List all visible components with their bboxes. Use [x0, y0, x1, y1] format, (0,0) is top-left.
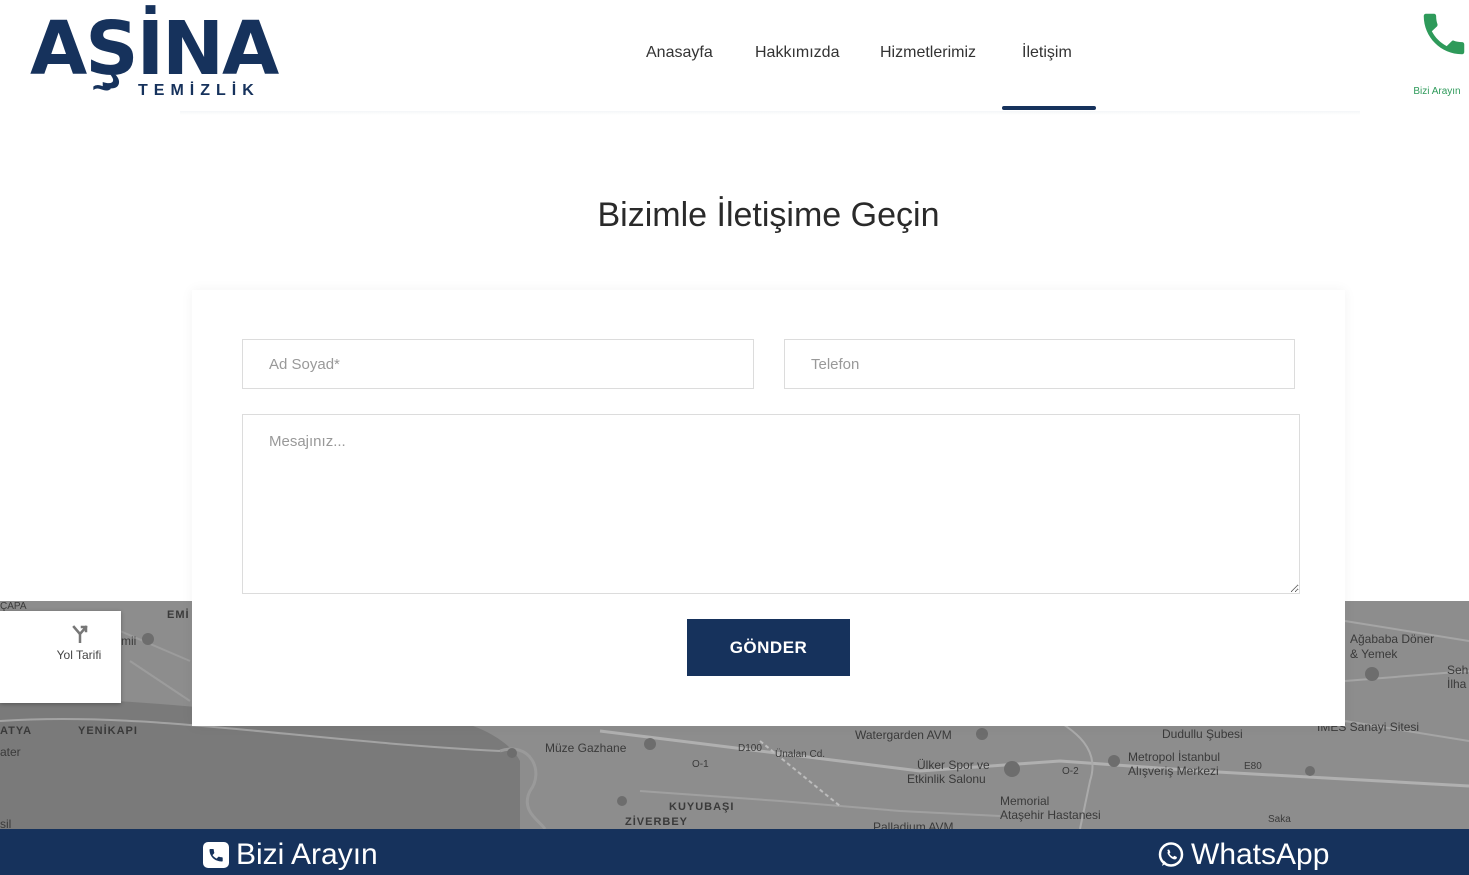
map-label: Memorial: [1000, 794, 1050, 808]
map-label: mii: [121, 634, 137, 648]
submit-button[interactable]: GÖNDER: [687, 619, 850, 676]
name-input[interactable]: [242, 339, 754, 389]
nav-active-indicator: [1002, 106, 1096, 110]
map-label: ater: [0, 745, 21, 759]
bottom-contact-bar: Bizi Arayın WhatsApp: [0, 829, 1469, 875]
bottom-call-button[interactable]: Bizi Arayın: [202, 837, 378, 873]
map-label: YENİKAPI: [78, 725, 138, 737]
header-divider: [180, 111, 1360, 115]
map-label: Metropol İstanbul: [1128, 750, 1221, 764]
map-label: KUYUBAŞI: [669, 801, 735, 813]
map-label: D100: [738, 743, 762, 754]
map-label: O-1: [692, 759, 709, 770]
logo-wordmark: AŞİNA: [30, 6, 279, 92]
map-label: O-2: [1062, 766, 1079, 777]
phone-icon: [1423, 13, 1465, 55]
map-label: Etkinlik Salonu: [907, 772, 986, 786]
map-label: Saka: [1268, 814, 1291, 825]
logo-tilde: ~: [92, 69, 112, 107]
map-label: E80: [1244, 761, 1262, 772]
map-label: İlha: [1447, 677, 1467, 691]
map-label: sil: [0, 817, 12, 829]
phone-square-icon: [203, 842, 229, 868]
map-label: ATYA: [0, 725, 33, 737]
bottom-call-label: Bizi Arayın: [236, 838, 378, 871]
site-header: AŞİNA ~ TEMİZLİK Anasayfa Hakkımızda Hiz…: [0, 0, 1469, 115]
phone-input[interactable]: [784, 339, 1295, 389]
map-label: Alışveriş Merkezi: [1128, 764, 1219, 778]
bottom-whatsapp-label: WhatsApp: [1191, 838, 1330, 871]
nav-item-iletisim[interactable]: İletişim: [1022, 44, 1072, 62]
nav-item-hizmetlerimiz[interactable]: Hizmetlerimiz: [880, 44, 976, 62]
map-label: Palladium AVM: [873, 820, 954, 829]
bottom-whatsapp-button[interactable]: WhatsApp: [1157, 837, 1329, 873]
header-call-button[interactable]: Bizi Arayın: [1409, 6, 1469, 98]
contact-form: GÖNDER: [192, 290, 1345, 726]
whatsapp-icon: [1158, 842, 1184, 867]
map-label: Watergarden AVM: [855, 728, 952, 742]
map-label: Ülker Spor ve: [917, 758, 990, 772]
site-logo[interactable]: AŞİNA ~ TEMİZLİK: [30, 8, 279, 107]
map-label: ZİVERBEY: [625, 816, 689, 828]
map-label: Seh: [1447, 663, 1469, 677]
map-label: Müze Gazhane: [545, 741, 627, 755]
map-label: Ağababa Döner: [1350, 632, 1435, 646]
map-label: EMİ: [167, 609, 190, 621]
header-call-label: Bizi Arayın: [1413, 86, 1461, 97]
nav-item-anasayfa[interactable]: Anasayfa: [646, 44, 713, 62]
directions-icon: [72, 625, 88, 643]
page-title: Bizimle İletişime Geçin: [597, 196, 940, 234]
map-label: & Yemek: [1350, 647, 1398, 661]
directions-button[interactable]: Yol Tarifi: [0, 611, 121, 703]
map-label: Ataşehir Hastanesi: [1000, 808, 1101, 822]
map-label: Dudullu Şubesi: [1162, 727, 1243, 741]
directions-label: Yol Tarifi: [56, 648, 102, 662]
map-label: Ünalan Cd.: [775, 749, 826, 760]
nav-item-hakkimizda[interactable]: Hakkımızda: [755, 44, 839, 62]
message-textarea[interactable]: [242, 414, 1300, 594]
logo-subtitle: TEMİZLİK: [138, 82, 260, 99]
